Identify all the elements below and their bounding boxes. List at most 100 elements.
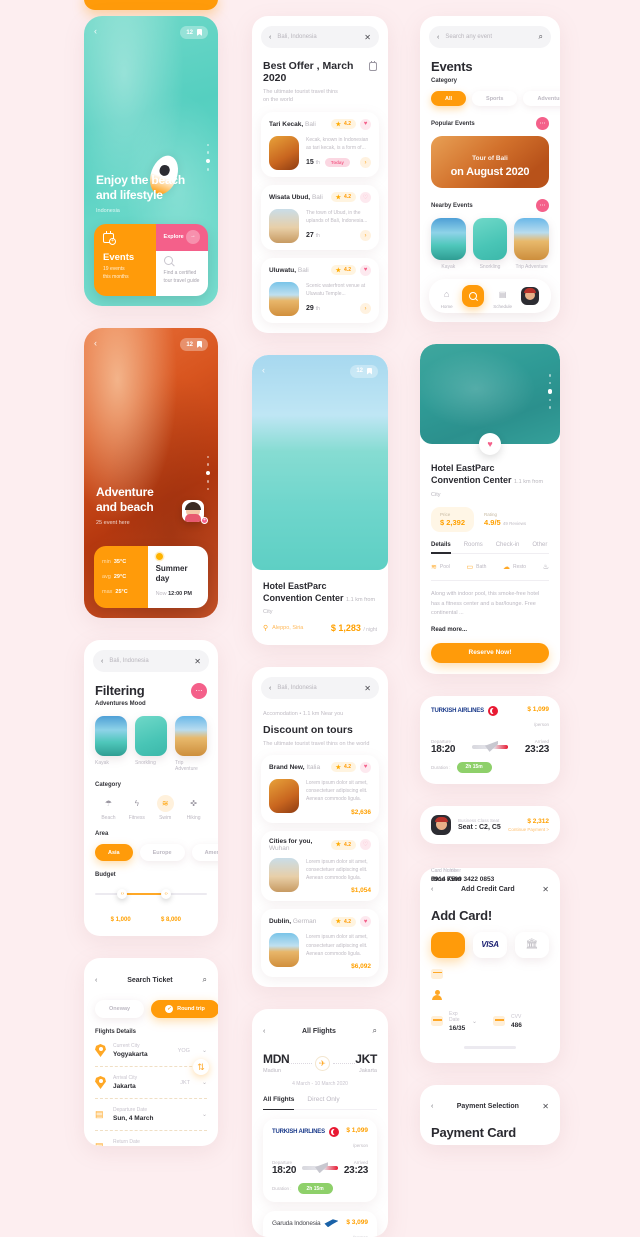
back-icon[interactable]: ‹ [437,34,439,41]
discount-item[interactable]: Cities for you, Wuhan ★ 4.2 ♡ Lorem ipsum [261,830,379,902]
tab-rooms[interactable]: Rooms [464,542,483,548]
dot[interactable] [206,463,209,466]
dot[interactable] [206,168,209,171]
brand-mastercard[interactable] [431,931,465,958]
dot[interactable] [206,487,209,491]
flight-summary-card[interactable]: TURKISH AIRLINES $ 1,099 /person Departu… [420,695,560,784]
tab-search[interactable] [461,285,484,307]
chevron-down-icon[interactable]: ⌄ [202,1111,207,1118]
field-current-city[interactable]: Current City Yogyakarta YOG ⌄ [95,1035,207,1066]
close-icon[interactable]: ✕ [194,657,201,666]
heart-icon[interactable]: ♥ [360,118,371,130]
hero-beach-card[interactable]: ‹ 12 Enjoy the beach and lifestyle Indon… [84,16,218,306]
offer-item[interactable]: Tari Kecak, Bali ★4.2 ♥ Kecak, known in [261,111,379,177]
flight-row[interactable]: TURKISH AIRLINES $ 1,099 /person Departu… [263,1119,377,1203]
slider-knob-min[interactable]: ‹› [117,889,128,899]
trip-roundtrip[interactable]: ✓ Round trip [151,1000,218,1018]
tab-checkin[interactable]: Check-in [496,542,520,548]
event-searchbar[interactable]: ‹ Search any event ⌕ [429,26,551,48]
back-icon[interactable]: ‹ [262,365,265,375]
back-icon[interactable]: ‹ [269,34,271,41]
offer-item[interactable]: Uluwatu, Bali ★ 4.2 ♥ Scenic waterfront v [261,257,379,323]
discount-item[interactable]: Dublin, German ★4.2 ♥ Lorem ipsum dolor [261,909,379,978]
back-icon[interactable]: ‹ [95,977,97,984]
read-more-link[interactable]: Read more... [431,627,549,633]
continue-payment-link[interactable]: Continue Payment > [508,827,549,832]
budget-slider[interactable]: ‹› ‹› [95,889,207,905]
category-hiking[interactable]: ✜ Hiking [180,795,207,821]
back-icon[interactable]: ‹ [263,1028,265,1035]
tab-direct-only[interactable]: Direct Only [307,1096,339,1103]
chip-sports[interactable]: Sports [472,91,518,106]
chip-all[interactable]: All [431,91,467,106]
more-options-button[interactable]: ⋯ [536,199,549,212]
category-swim[interactable]: ≋ Swim [152,795,179,821]
guide-search-panel[interactable]: Find a certified tour travel guide [155,250,208,296]
tab-all-flights[interactable]: All Flights [263,1096,295,1111]
close-icon[interactable]: ✕ [542,1102,549,1111]
search-value[interactable]: Bali, Indonesia [277,34,358,40]
back-icon[interactable]: ‹ [431,1103,433,1110]
heart-icon[interactable]: ♥ [360,761,371,773]
heart-icon[interactable]: ♥ [360,916,371,928]
area-america[interactable]: America [191,844,218,861]
back-icon[interactable]: ‹ [269,685,271,692]
arrow-right-icon[interactable]: → [186,230,200,245]
field-arrival-city[interactable]: Arrival City Jakarta JKT ⌄ ⇅ [95,1059,209,1098]
more-options-button[interactable]: ⋯ [191,683,207,699]
explore-header[interactable]: Explore → [155,224,208,251]
dot-active[interactable] [205,470,210,476]
field-return-date[interactable]: ▤ Return Date Fri, 10 March ⌄ [95,1130,207,1146]
mood-item[interactable]: Trip Adventure [175,716,207,772]
back-icon[interactable]: ‹ [101,658,103,665]
area-europe[interactable]: Europe [139,844,185,861]
reserve-button[interactable]: Reserve Now! [431,642,549,663]
cvv-value[interactable]: 486 [511,1022,549,1029]
events-panel[interactable]: + Events 19 events this months [94,224,156,296]
calendar-icon[interactable] [368,60,377,71]
carousel-dots[interactable] [205,455,210,491]
chevron-down-icon[interactable]: ⌄ [472,1018,477,1025]
search-value[interactable]: Bali, Indonesia [277,685,358,691]
chevron-down-icon[interactable]: ⌄ [202,1079,207,1086]
tab-details[interactable]: Details [431,542,451,554]
location-searchbar[interactable]: ‹ Bali, Indonesia ✕ [261,26,379,48]
heart-icon[interactable]: ♡ [360,191,371,203]
chevron-right-icon[interactable]: › [360,303,371,314]
discount-item[interactable]: Brand New, Italia ★ 4.2 ♥ Lorem ipsum dol [261,754,379,823]
carousel-dots[interactable] [205,143,210,171]
area-asia[interactable]: Asia [95,844,133,861]
save-pill[interactable]: 12 [180,338,208,351]
search-value[interactable]: Bali, Indonesia [109,658,188,664]
chevron-right-icon[interactable]: › [360,157,371,168]
carousel-dots[interactable] [547,374,552,409]
nearby-item[interactable]: Snorkling [472,218,508,270]
tab-schedule[interactable]: ▤ Schedule [493,284,512,309]
close-icon[interactable]: ✕ [364,684,371,693]
nearby-item[interactable]: Kayak [431,218,466,270]
chevron-down-icon[interactable]: ⌄ [202,1143,207,1146]
hero-canyon-card[interactable]: ‹ 12 Adventure and beach 25 event here +… [84,328,218,618]
tab-home[interactable]: ⌂ Home [441,284,453,309]
offer-item[interactable]: Wisata Ubud, Bali ★ 4.2 ♡ The town of Ubu [261,184,379,250]
chevron-down-icon[interactable]: ⌄ [202,1047,207,1054]
location-searchbar[interactable]: ‹ Bali, Indonesia ✕ [93,650,209,672]
dot[interactable] [206,480,209,483]
trip-oneway[interactable]: Oneway [95,1000,145,1018]
dot[interactable] [548,406,551,409]
brand-visa[interactable]: VISA [473,931,507,958]
tab-other[interactable]: Other [532,542,547,548]
back-icon[interactable]: ‹ [431,886,433,893]
chip-adventure[interactable]: Adventure [523,91,560,106]
popular-event-banner[interactable]: Tour of Bali on August 2020 [431,136,549,188]
nearby-item[interactable]: Trip Adventure [514,218,550,270]
flight-row[interactable]: Garuda Indonesia $ 3,099 /person Departu… [263,1211,377,1237]
back-icon[interactable]: ‹ [94,26,97,36]
save-pill[interactable]: 12 [350,364,378,378]
dot[interactable] [206,151,209,154]
slider-knob-max[interactable]: ‹› [161,889,172,899]
search-icon[interactable]: ⌕ [203,975,207,985]
category-beach[interactable]: ☂ Beach [95,795,122,821]
mood-item[interactable]: Snorkling [135,716,167,772]
tab-profile-avatar[interactable] [521,287,540,305]
